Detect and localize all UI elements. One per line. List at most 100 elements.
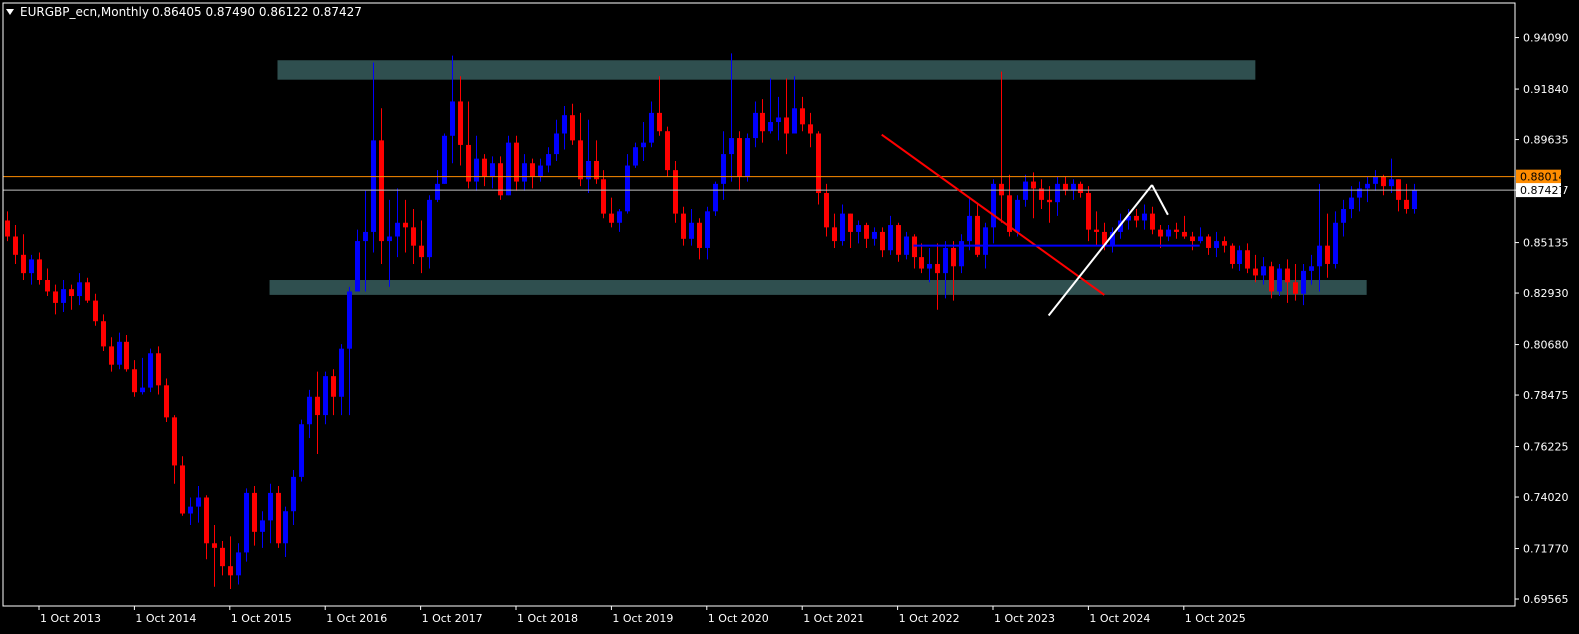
bear-candle-body (93, 300, 98, 322)
bear-candle-body (1031, 181, 1036, 189)
price-zone-rect (277, 60, 1256, 80)
bull-candle-body (943, 247, 948, 274)
y-tick-label: 0.85135 (1523, 237, 1569, 250)
bear-candle-body (530, 163, 535, 177)
bear-candle-body (403, 222, 408, 228)
bear-candle-body (1293, 282, 1298, 294)
bull-candle-body (904, 236, 909, 255)
bull-candle-body (339, 348, 344, 397)
bear-candle-body (681, 213, 686, 239)
bull-candle-body (307, 396, 312, 425)
y-tick-label: 0.74020 (1523, 491, 1569, 504)
chart-svg[interactable]: 0.94090 0.91840 0.89635 0.87427 0.85135 0.829… (0, 0, 1579, 634)
bull-candle-body (1309, 266, 1314, 271)
bull-candle-body (554, 133, 559, 155)
bear-candle-body (570, 115, 575, 141)
bull-candle-body (427, 199, 432, 258)
bear-candle-body (172, 417, 177, 466)
bear-candle-body (315, 396, 320, 416)
bear-candle-body (1047, 199, 1052, 203)
bear-candle-body (848, 213, 853, 232)
x-tick-label: 1 Oct 2021 (803, 612, 864, 625)
bull-candle-body (148, 353, 153, 388)
bull-candle-body (840, 213, 845, 242)
price-labels-layer: 0.880140.87427 (1516, 169, 1566, 198)
bear-candle-body (808, 124, 813, 134)
bull-candle-body (538, 165, 543, 177)
bear-candle-body (816, 133, 821, 194)
bear-candle-body (935, 263, 940, 274)
x-tick-label: 1 Oct 2023 (994, 612, 1055, 625)
bull-candle-body (713, 183, 718, 212)
bull-candle-body (617, 211, 622, 223)
bull-candle-body (1261, 266, 1266, 276)
x-tick-label: 1 Oct 2025 (1185, 612, 1246, 625)
bear-candle-body (85, 282, 90, 301)
bull-candle-body (299, 424, 304, 477)
bull-candle-body (872, 231, 877, 239)
bull-candle-body (371, 140, 376, 232)
bull-candle-body (395, 222, 400, 237)
bear-candle-body (896, 225, 901, 255)
bull-candle-body (1317, 245, 1322, 267)
bull-candle-body (983, 227, 988, 255)
bear-candle-body (252, 492, 257, 532)
bear-candle-body (824, 193, 829, 228)
bear-candle-body (800, 108, 805, 125)
bull-candle-body (927, 263, 932, 269)
orange-price-tag-label: 0.88014 (1520, 171, 1566, 184)
bull-candle-body (283, 511, 288, 544)
bear-candle-body (1086, 193, 1091, 230)
bear-candle-body (1381, 176, 1386, 187)
bull-candle-body (625, 165, 630, 212)
bull-candle-body (260, 520, 265, 532)
bear-candle-body (204, 497, 209, 544)
bear-candle-body (951, 247, 956, 267)
bull-candle-body (268, 492, 273, 521)
bear-candle-body (1245, 250, 1250, 269)
bull-candle-body (490, 163, 495, 177)
bull-candle-body (888, 225, 893, 251)
bear-candle-body (1078, 183, 1083, 194)
bear-candle-body (657, 112, 662, 132)
bear-candle-body (419, 245, 424, 258)
bear-candle-body (1269, 266, 1274, 292)
bull-candle-body (729, 138, 734, 155)
bear-candle-body (1396, 179, 1401, 200)
bear-candle-body (124, 341, 129, 370)
y-tick-label: 0.89635 (1523, 134, 1569, 147)
bear-candle-body (609, 213, 614, 223)
bear-candle-body (101, 321, 106, 347)
bull-candle-body (236, 552, 241, 576)
bull-candle-body (244, 492, 249, 553)
x-tick-label: 1 Oct 2018 (517, 612, 578, 625)
bear-candle-body (482, 158, 487, 177)
bear-candle-body (45, 280, 50, 292)
bull-candle-body (967, 215, 972, 242)
bull-candle-body (196, 497, 201, 507)
bull-candle-body (768, 122, 773, 132)
bear-candle-body (1094, 229, 1099, 232)
bear-candle-body (1206, 236, 1211, 248)
chart-background (0, 0, 1579, 634)
bull-candle-body (347, 291, 352, 349)
bear-candle-body (975, 215, 980, 255)
chart-window[interactable]: 0.94090 0.91840 0.89635 0.87427 0.85135 0.829… (0, 0, 1579, 634)
x-tick-label: 1 Oct 2020 (708, 612, 769, 625)
bear-candle-body (1174, 229, 1179, 232)
bear-candle-body (880, 231, 885, 251)
bull-candle-body (474, 158, 479, 182)
bear-candle-body (919, 257, 924, 269)
bull-candle-body (1373, 176, 1378, 184)
bull-candle-body (562, 115, 567, 134)
x-tick-label: 1 Oct 2016 (326, 612, 387, 625)
bull-candle-body (1142, 213, 1147, 221)
bull-candle-body (140, 387, 145, 393)
bear-candle-body (1404, 199, 1409, 210)
bear-candle-body (180, 465, 185, 514)
bull-candle-body (61, 289, 66, 303)
bear-candle-body (276, 492, 281, 544)
bear-candle-body (21, 254, 26, 274)
bull-candle-body (745, 138, 750, 177)
bull-candle-body (792, 108, 797, 134)
